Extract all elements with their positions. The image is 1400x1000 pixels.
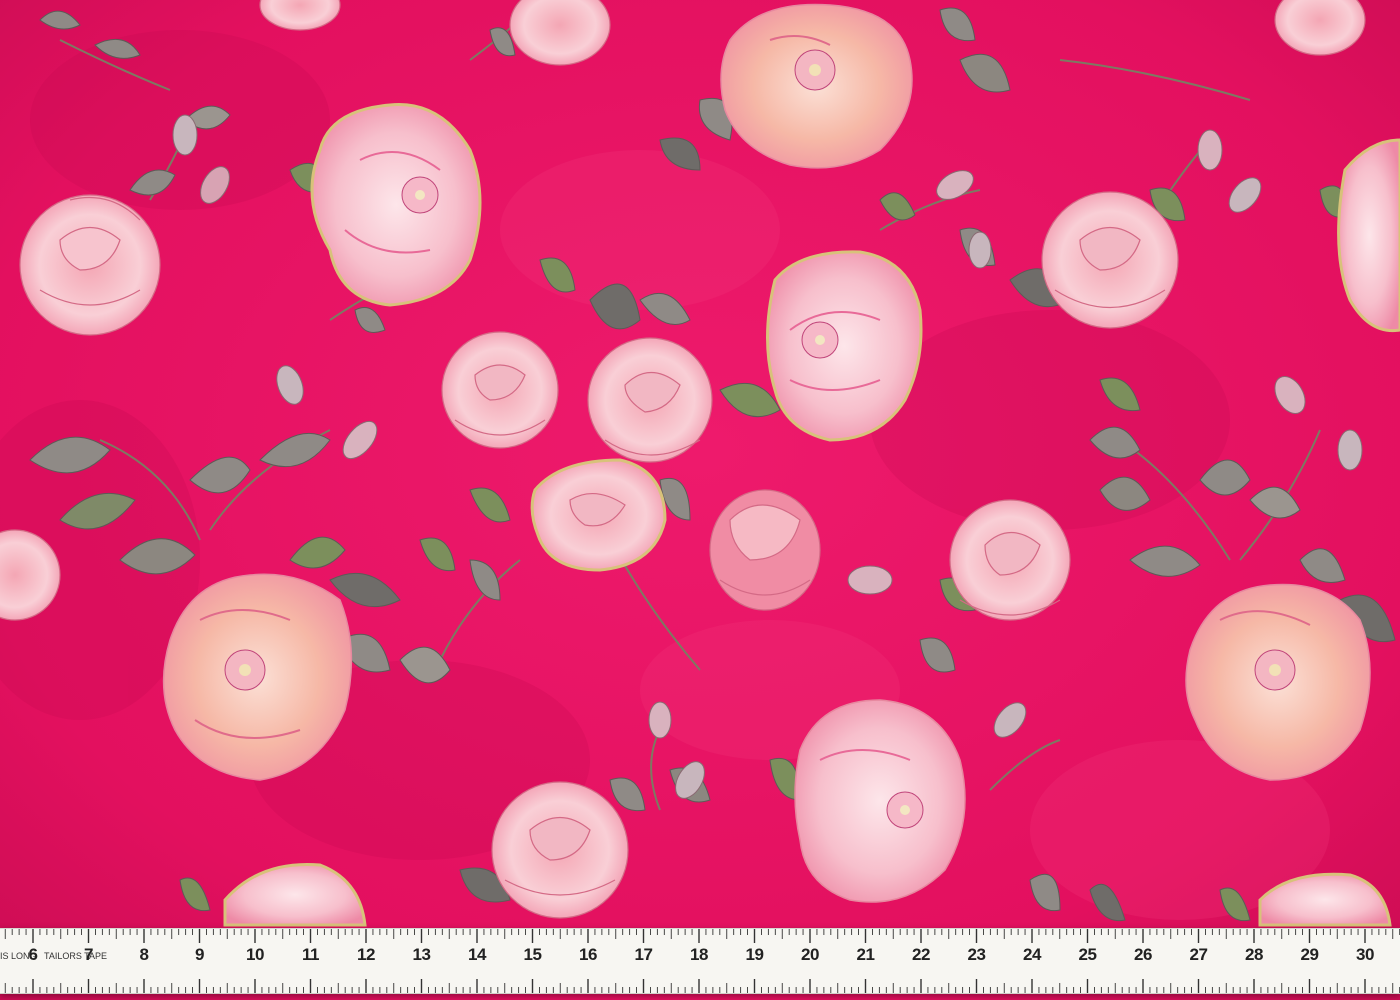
rose-left bbox=[19, 194, 161, 336]
tape-number: 15 bbox=[523, 945, 542, 964]
tape-number: 30 bbox=[1356, 945, 1374, 964]
rose-center-upper bbox=[441, 331, 559, 449]
rose-top-right bbox=[1041, 191, 1179, 329]
tape-number: 17 bbox=[634, 945, 653, 964]
tape-number: 25 bbox=[1078, 945, 1097, 964]
tape-number: 14 bbox=[468, 945, 486, 964]
tape-number: 21 bbox=[856, 945, 875, 964]
poppy-flower-top-center bbox=[720, 3, 913, 169]
tape-number: 24 bbox=[1023, 945, 1041, 964]
tape-number: 13 bbox=[412, 945, 431, 964]
tape-number: 6 bbox=[28, 945, 38, 964]
tape-number: 26 bbox=[1134, 945, 1152, 964]
tape-number: 18 bbox=[690, 945, 708, 964]
tape-number: 29 bbox=[1300, 945, 1319, 964]
poppy-flower-right bbox=[1185, 583, 1371, 781]
tape-number: 12 bbox=[357, 945, 375, 964]
poppy-flower-center bbox=[766, 250, 923, 442]
tape-number: 23 bbox=[967, 945, 986, 964]
tape-number: 11 bbox=[302, 945, 319, 964]
tape-number: 7 bbox=[84, 945, 93, 964]
tape-number: 8 bbox=[139, 945, 149, 964]
tape-number: 10 bbox=[246, 945, 264, 964]
tape-number: 19 bbox=[745, 945, 764, 964]
tape-number: 27 bbox=[1189, 945, 1208, 964]
tape-number: 20 bbox=[801, 945, 819, 964]
rose-right bbox=[949, 499, 1071, 621]
rose-center-cluster bbox=[587, 337, 713, 463]
tape-brand-text: TAILORS TAPE bbox=[44, 951, 108, 961]
rose-center-lower bbox=[530, 458, 667, 572]
measuring-tape: IS LONG TAILORS TAPE 6 7 8 9 10 11 12 13 14 15 16 1… bbox=[0, 928, 1400, 994]
rose-red bbox=[709, 489, 821, 611]
tape-number: 28 bbox=[1245, 945, 1263, 964]
tape-number: 16 bbox=[579, 945, 597, 964]
poppy-flower-bottom-center bbox=[794, 699, 966, 903]
floral-fabric bbox=[0, 0, 1400, 1000]
rose-bottom bbox=[491, 781, 629, 919]
tape-number: 22 bbox=[912, 945, 930, 964]
tape-number: 9 bbox=[195, 945, 204, 964]
